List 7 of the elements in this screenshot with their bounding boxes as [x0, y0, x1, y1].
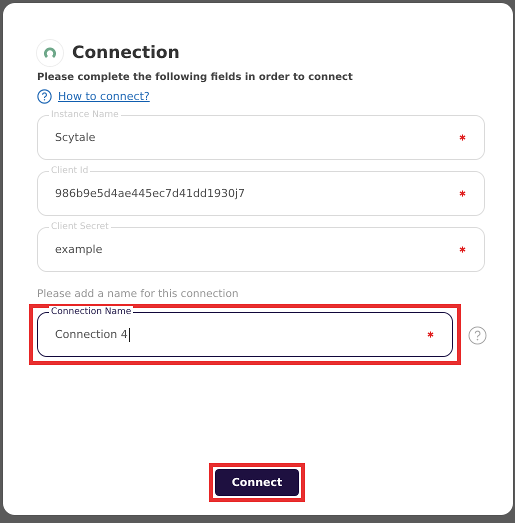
logo-icon [36, 39, 64, 67]
dialog-title: Connection [72, 43, 180, 63]
connect-button[interactable]: Connect [214, 469, 300, 496]
how-to-connect-link[interactable]: How to connect? [58, 90, 150, 103]
help-icon[interactable] [37, 89, 52, 104]
instructions: Please complete the following fields in order to connect [37, 72, 354, 83]
field-hint: Please add a name for this connection [37, 288, 240, 300]
